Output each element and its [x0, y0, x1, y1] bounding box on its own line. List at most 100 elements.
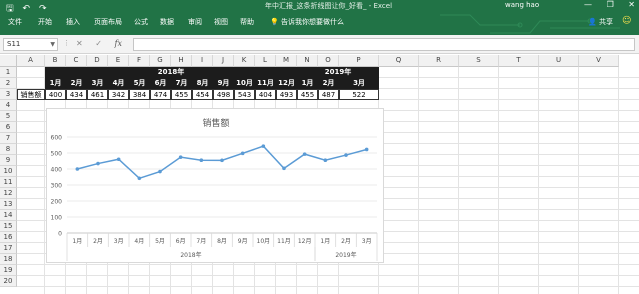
column-header-E[interactable]: E	[108, 55, 129, 67]
row-header-14[interactable]: 14	[0, 210, 17, 221]
restore-button[interactable]: ❐	[607, 0, 614, 9]
month-header-cell[interactable]: 1月	[45, 78, 66, 89]
data-point[interactable]	[282, 166, 286, 171]
column-header-T[interactable]: T	[499, 55, 539, 67]
row-header-12[interactable]: 12	[0, 188, 17, 199]
enter-icon[interactable]: ✓	[95, 39, 102, 48]
close-button[interactable]: ✕	[628, 0, 635, 9]
row-header-16[interactable]: 16	[0, 232, 17, 243]
sales-value-cell[interactable]: 487	[318, 89, 339, 100]
column-header-C[interactable]: C	[66, 55, 87, 67]
worksheet-grid[interactable]: ABCDEFGHIJKLMNOPQRSTUV 1 2 3 4 5 6 7 8 9 10 11 12 13…	[0, 55, 639, 294]
cancel-icon[interactable]: ✕	[76, 39, 83, 48]
row-header-6[interactable]: 6	[0, 122, 17, 133]
tab-data[interactable]: 数据	[160, 17, 174, 27]
tab-page-layout[interactable]: 页面布局	[94, 17, 122, 27]
column-header-H[interactable]: H	[171, 55, 192, 67]
row-label-sales[interactable]: 销售额	[17, 89, 45, 100]
month-header-cell[interactable]: 3月	[87, 78, 108, 89]
column-header-D[interactable]: D	[87, 55, 108, 67]
formula-input[interactable]	[133, 38, 635, 51]
name-box[interactable]: S11 ▼	[3, 38, 58, 51]
sales-value-cell[interactable]: 404	[255, 89, 276, 100]
row-header-1[interactable]: 1	[0, 67, 17, 78]
sales-value-cell[interactable]: 461	[87, 89, 108, 100]
column-header-L[interactable]: L	[255, 55, 276, 67]
data-point[interactable]	[199, 158, 204, 162]
row-header-15[interactable]: 15	[0, 221, 17, 232]
tab-view[interactable]: 视图	[214, 17, 228, 27]
year-header-2018[interactable]: 2018年	[45, 67, 297, 78]
sales-line-chart[interactable]: 销售额 0 100 200 300 400 500 600 1月 2月 3月 4月 5月 6月 7月 8月…	[46, 108, 384, 263]
row-header-3[interactable]: 3	[0, 89, 17, 100]
data-point[interactable]	[158, 169, 162, 174]
data-point[interactable]	[220, 158, 224, 163]
column-header-V[interactable]: V	[579, 55, 619, 67]
tab-review[interactable]: 审阅	[188, 17, 202, 27]
month-header-cell[interactable]: 4月	[108, 78, 129, 89]
month-header-cell[interactable]: 5月	[129, 78, 150, 89]
sales-value-cell[interactable]: 543	[234, 89, 255, 100]
month-header-cell[interactable]: 2月	[66, 78, 87, 89]
chevron-down-icon[interactable]: ▼	[50, 39, 55, 50]
column-header-R[interactable]: R	[419, 55, 459, 67]
column-header-S[interactable]: S	[459, 55, 499, 67]
share-button[interactable]: 👤 共享	[588, 17, 613, 27]
row-header-9[interactable]: 9	[0, 155, 17, 166]
column-header-B[interactable]: B	[45, 55, 66, 67]
column-header-K[interactable]: K	[234, 55, 255, 67]
data-point[interactable]	[137, 176, 142, 181]
sales-value-cell[interactable]: 474	[150, 89, 171, 100]
select-all-corner[interactable]	[0, 55, 17, 67]
row-header-5[interactable]: 5	[0, 111, 17, 122]
column-header-Q[interactable]: Q	[379, 55, 419, 67]
user-name[interactable]: wang hao	[505, 1, 539, 9]
sales-value-cell[interactable]: 498	[213, 89, 234, 100]
row-header-7[interactable]: 7	[0, 133, 17, 144]
sales-value-cell[interactable]: 384	[129, 89, 150, 100]
sales-value-cell[interactable]: 493	[276, 89, 297, 100]
month-header-cell[interactable]: 6月	[150, 78, 171, 89]
month-header-cell[interactable]: 9月	[213, 78, 234, 89]
more-icon[interactable]: ⋮	[63, 39, 70, 47]
tell-me-search[interactable]: 💡 告诉我你想要做什么	[270, 17, 344, 27]
sales-series-line[interactable]	[77, 145, 367, 180]
data-point[interactable]	[96, 161, 100, 166]
tab-insert[interactable]: 插入	[66, 17, 80, 27]
row-header-20[interactable]: 20	[0, 276, 17, 287]
data-point[interactable]	[302, 152, 307, 156]
month-header-cell[interactable]: 3月	[339, 78, 379, 89]
row-header-13[interactable]: 13	[0, 199, 17, 210]
month-header-cell[interactable]: 2月	[318, 78, 339, 89]
month-header-cell[interactable]: 12月	[276, 78, 297, 89]
smiley-feedback-icon[interactable]: ☺	[622, 16, 631, 26]
month-header-cell[interactable]: 1月	[297, 78, 318, 89]
tab-help[interactable]: 帮助	[240, 17, 254, 27]
data-point[interactable]	[344, 153, 348, 157]
sales-value-cell[interactable]: 434	[66, 89, 87, 100]
row-header-4[interactable]: 4	[0, 100, 17, 111]
data-point[interactable]	[323, 158, 328, 162]
data-point[interactable]	[364, 147, 369, 152]
row-header-19[interactable]: 19	[0, 265, 17, 276]
row-header-11[interactable]: 11	[0, 177, 17, 188]
sales-value-cell[interactable]: 454	[192, 89, 213, 100]
column-header-I[interactable]: I	[192, 55, 213, 67]
column-header-G[interactable]: G	[150, 55, 171, 67]
sales-value-cell[interactable]: 400	[45, 89, 66, 100]
sales-value-cell[interactable]: 455	[171, 89, 192, 100]
row-header-8[interactable]: 8	[0, 144, 17, 155]
column-header-F[interactable]: F	[129, 55, 150, 67]
data-point[interactable]	[116, 157, 121, 162]
data-point[interactable]	[261, 144, 266, 148]
column-header-J[interactable]: J	[213, 55, 234, 67]
data-point[interactable]	[240, 151, 245, 156]
month-header-cell[interactable]: 10月	[234, 78, 255, 89]
sales-value-cell[interactable]: 342	[108, 89, 129, 100]
sales-value-cell[interactable]: 522	[339, 89, 379, 100]
column-header-M[interactable]: M	[276, 55, 297, 67]
tab-formulas[interactable]: 公式	[134, 17, 148, 27]
column-header-P[interactable]: P	[339, 55, 379, 67]
minimize-button[interactable]: —	[584, 0, 592, 9]
row-header-2[interactable]: 2	[0, 78, 17, 89]
